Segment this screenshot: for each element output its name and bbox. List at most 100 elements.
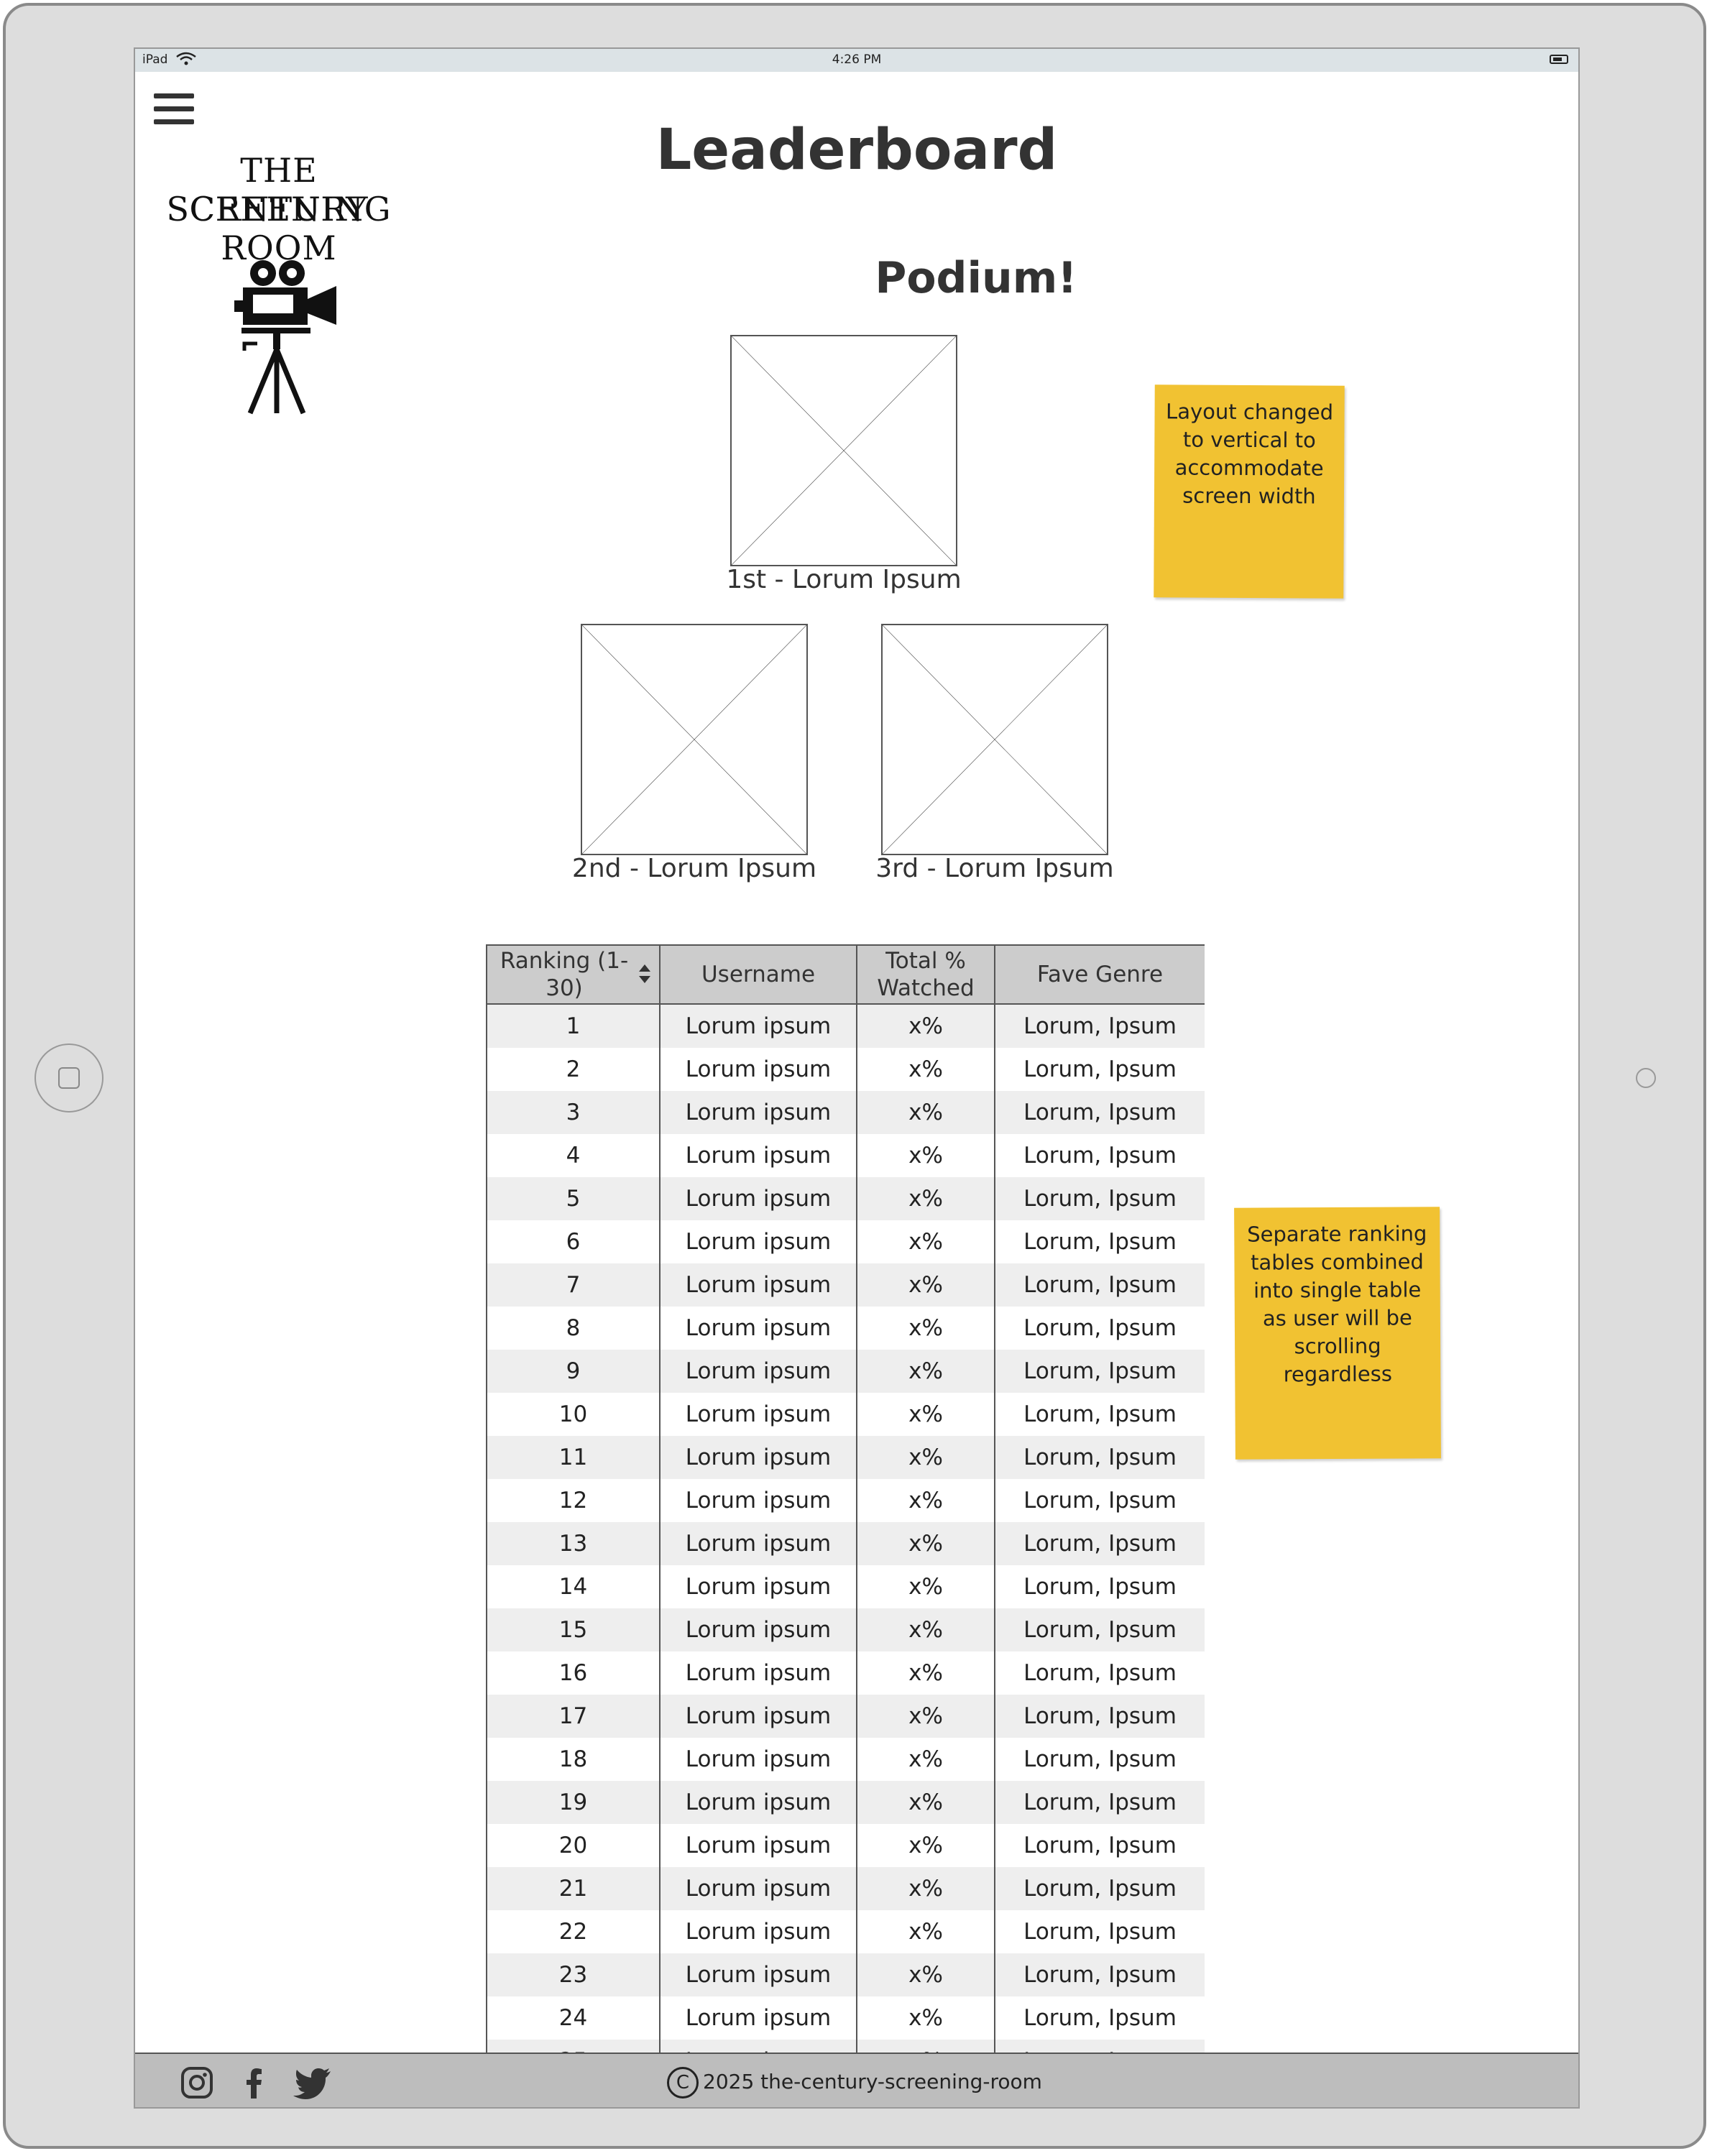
- logo-line-2: SCREENING: [166, 190, 392, 229]
- table-row[interactable]: 20 Lorum ipsum x% Lorum, Ipsum: [486, 1824, 1205, 1867]
- table-row[interactable]: 21 Lorum ipsum x% Lorum, Ipsum: [486, 1867, 1205, 1910]
- watched-cell: x%: [856, 1781, 995, 1824]
- table-row[interactable]: 14 Lorum ipsum x% Lorum, Ipsum: [486, 1565, 1205, 1608]
- rank-cell: 21: [486, 1867, 661, 1910]
- genre-cell: Lorum, Ipsum: [994, 1307, 1205, 1350]
- home-button[interactable]: [34, 1044, 103, 1112]
- username-column-header[interactable]: Username: [659, 944, 857, 1005]
- table-row[interactable]: 24 Lorum ipsum x% Lorum, Ipsum: [486, 1996, 1205, 2040]
- facebook-icon[interactable]: [237, 2065, 272, 2100]
- status-bar: iPad 4:26 PM: [135, 49, 1578, 72]
- rank-cell: 10: [486, 1393, 661, 1436]
- instagram-icon[interactable]: [180, 2065, 214, 2100]
- genre-cell: Lorum, Ipsum: [994, 1263, 1205, 1307]
- table-row[interactable]: 11 Lorum ipsum x% Lorum, Ipsum: [486, 1436, 1205, 1479]
- rank-cell: 12: [486, 1479, 661, 1522]
- watched-cell: x%: [856, 1651, 995, 1695]
- watched-cell: x%: [856, 1091, 995, 1134]
- watched-cell: x%: [856, 1824, 995, 1867]
- podium-title: Podium!: [875, 253, 1077, 303]
- table-row[interactable]: 23 Lorum ipsum x% Lorum, Ipsum: [486, 1953, 1205, 1996]
- table-row[interactable]: 10 Lorum ipsum x% Lorum, Ipsum: [486, 1393, 1205, 1436]
- table-row[interactable]: 3 Lorum ipsum x% Lorum, Ipsum: [486, 1091, 1205, 1134]
- table-row[interactable]: 4 Lorum ipsum x% Lorum, Ipsum: [486, 1134, 1205, 1177]
- table-row[interactable]: 13 Lorum ipsum x% Lorum, Ipsum: [486, 1522, 1205, 1565]
- note-line: regardless: [1283, 1361, 1393, 1387]
- table-row[interactable]: 1 Lorum ipsum x% Lorum, Ipsum: [486, 1004, 1205, 1048]
- copyright: C 2025 the-century-screening-room: [667, 2067, 1042, 2099]
- watched-cell: x%: [856, 1436, 995, 1479]
- username-cell: Lorum ipsum: [659, 1263, 857, 1307]
- watched-cell: x%: [856, 1953, 995, 1996]
- watched-cell: x%: [856, 1996, 995, 2040]
- rank-cell: 17: [486, 1695, 661, 1738]
- rank-cell: 7: [486, 1263, 661, 1307]
- logo[interactable]: THE CENTURY SCREENING ROOM: [149, 151, 423, 424]
- username-cell: Lorum ipsum: [659, 1479, 857, 1522]
- genre-cell: Lorum, Ipsum: [994, 1177, 1205, 1220]
- rank-cell: 16: [486, 1651, 661, 1695]
- username-cell: Lorum ipsum: [659, 1004, 857, 1048]
- watched-cell: x%: [856, 1910, 995, 1953]
- genre-cell: Lorum, Ipsum: [994, 1738, 1205, 1781]
- rank-cell: 18: [486, 1738, 661, 1781]
- watched-cell: x%: [856, 1263, 995, 1307]
- table-row[interactable]: 6 Lorum ipsum x% Lorum, Ipsum: [486, 1220, 1205, 1263]
- table-row[interactable]: 15 Lorum ipsum x% Lorum, Ipsum: [486, 1608, 1205, 1651]
- genre-cell: Lorum, Ipsum: [994, 1522, 1205, 1565]
- note-line: into single table: [1253, 1277, 1422, 1303]
- username-cell: Lorum ipsum: [659, 1738, 857, 1781]
- table-row[interactable]: 19 Lorum ipsum x% Lorum, Ipsum: [486, 1781, 1205, 1824]
- genre-column-header[interactable]: Fave Genre: [994, 944, 1205, 1005]
- username-cell: Lorum ipsum: [659, 1781, 857, 1824]
- table-row[interactable]: 12 Lorum ipsum x% Lorum, Ipsum: [486, 1479, 1205, 1522]
- watched-cell: x%: [856, 1522, 995, 1565]
- page-title: Leaderboard: [655, 118, 1058, 183]
- rank-cell: 23: [486, 1953, 661, 1996]
- table-row[interactable]: 16 Lorum ipsum x% Lorum, Ipsum: [486, 1651, 1205, 1695]
- third-place-caption: 3rd - Lorum Ipsum: [875, 854, 1114, 883]
- screen: iPad 4:26 PM THE CENTURY SCREENING ROOM …: [134, 47, 1580, 2109]
- genre-cell: Lorum, Ipsum: [994, 1479, 1205, 1522]
- table-row[interactable]: 17 Lorum ipsum x% Lorum, Ipsum: [486, 1695, 1205, 1738]
- film-camera-icon: [234, 260, 336, 415]
- table-row[interactable]: 2 Lorum ipsum x% Lorum, Ipsum: [486, 1048, 1205, 1091]
- watched-column-header[interactable]: Total % Watched: [856, 944, 995, 1005]
- rank-cell: 2: [486, 1048, 661, 1091]
- rank-cell: 13: [486, 1522, 661, 1565]
- username-cell: Lorum ipsum: [659, 1824, 857, 1867]
- rank-cell: 5: [486, 1177, 661, 1220]
- username-cell: Lorum ipsum: [659, 1393, 857, 1436]
- leaderboard-table-container[interactable]: Ranking (1-30) Username Total % Watched …: [486, 944, 1205, 2101]
- username-cell: Lorum ipsum: [659, 1996, 857, 2040]
- note-line: screen width: [1182, 483, 1316, 509]
- first-place-image: [730, 335, 957, 566]
- table-row[interactable]: 22 Lorum ipsum x% Lorum, Ipsum: [486, 1910, 1205, 1953]
- genre-cell: Lorum, Ipsum: [994, 1220, 1205, 1263]
- genre-cell: Lorum, Ipsum: [994, 1695, 1205, 1738]
- table-row[interactable]: 5 Lorum ipsum x% Lorum, Ipsum: [486, 1177, 1205, 1220]
- table-row[interactable]: 8 Lorum ipsum x% Lorum, Ipsum: [486, 1307, 1205, 1350]
- table-body: 1 Lorum ipsum x% Lorum, Ipsum 2 Lorum ipsum x%…: [486, 1004, 1205, 2083]
- username-cell: Lorum ipsum: [659, 1220, 857, 1263]
- table-row[interactable]: 7 Lorum ipsum x% Lorum, Ipsum: [486, 1263, 1205, 1307]
- sticky-note-tables: Separate ranking tables combined into si…: [1234, 1207, 1441, 1460]
- sort-icon[interactable]: [638, 963, 652, 985]
- ranking-column-header[interactable]: Ranking (1-30): [486, 944, 661, 1005]
- username-cell: Lorum ipsum: [659, 1350, 857, 1393]
- rank-cell: 15: [486, 1608, 661, 1651]
- table-row[interactable]: 18 Lorum ipsum x% Lorum, Ipsum: [486, 1738, 1205, 1781]
- genre-cell: Lorum, Ipsum: [994, 1091, 1205, 1134]
- note-line: tables combined: [1250, 1249, 1424, 1275]
- home-square-icon: [58, 1067, 80, 1089]
- username-cell: Lorum ipsum: [659, 1867, 857, 1910]
- copyright-text: 2025 the-century-screening-room: [703, 2070, 1042, 2093]
- twitter-icon[interactable]: [293, 2065, 332, 2100]
- watched-cell: x%: [856, 1565, 995, 1608]
- username-cell: Lorum ipsum: [659, 1134, 857, 1177]
- rank-cell: 20: [486, 1824, 661, 1867]
- watched-header-label: Total % Watched: [877, 948, 975, 1001]
- username-cell: Lorum ipsum: [659, 1651, 857, 1695]
- username-cell: Lorum ipsum: [659, 1307, 857, 1350]
- table-row[interactable]: 9 Lorum ipsum x% Lorum, Ipsum: [486, 1350, 1205, 1393]
